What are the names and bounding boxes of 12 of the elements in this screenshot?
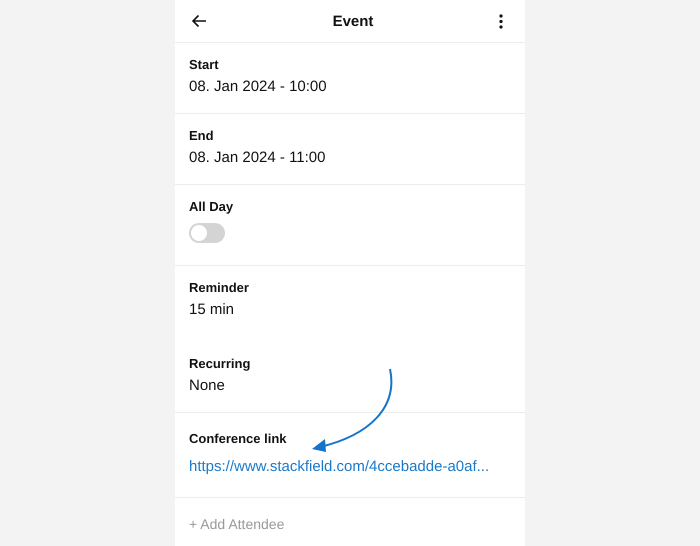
field-label: Conference link xyxy=(189,431,288,447)
field-value[interactable]: 08. Jan 2024 - 10:00 xyxy=(189,77,511,97)
field-label: Reminder xyxy=(189,280,250,296)
conference-link[interactable]: https://www.stackfield.com/4ccebadde-a0af... xyxy=(189,457,511,477)
field-value[interactable]: None xyxy=(189,376,511,396)
screen-title: Event xyxy=(332,12,374,30)
field-label: End xyxy=(189,128,215,144)
field-value[interactable]: 15 min xyxy=(189,300,511,320)
field-value[interactable]: 08. Jan 2024 - 11:00 xyxy=(189,148,511,168)
field-label: Recurring xyxy=(189,356,252,372)
field-label: All Day xyxy=(189,199,234,215)
field-label: Start xyxy=(189,57,220,73)
